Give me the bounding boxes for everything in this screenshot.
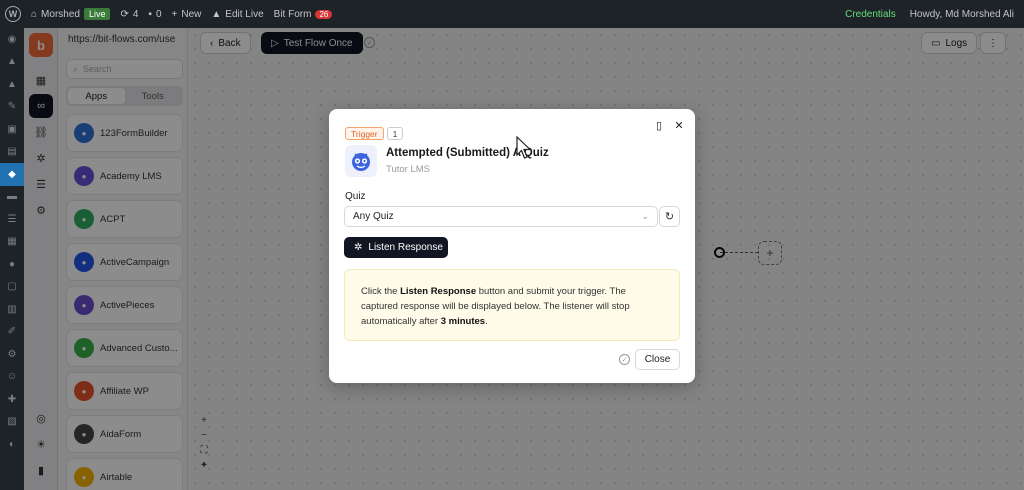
info-bold-2: 3 minutes — [440, 316, 486, 327]
site-name-item[interactable]: ⌂ Morshed Live — [31, 8, 111, 20]
tutor-owl-icon — [352, 153, 370, 171]
quiz-label: Quiz — [345, 191, 366, 202]
forms-menu-icon[interactable]: ☰ — [0, 208, 24, 231]
listen-response-label: Listen Response — [368, 242, 443, 253]
refresh-icon: ↻ — [664, 211, 675, 223]
appearance-menu-icon[interactable]: ✐ — [0, 321, 24, 344]
status-check-icon: ✓ — [619, 354, 630, 365]
howdy-user[interactable]: Howdy, Md Morshed Ali — [910, 9, 1014, 20]
info-text-3: . — [485, 316, 488, 327]
new-content-item[interactable]: + New — [172, 9, 202, 20]
quiz-select-value: Any Quiz — [353, 211, 394, 222]
updates-icon: ⟳ — [120, 8, 129, 20]
comment-icon: ▪ — [148, 8, 152, 20]
comments-item[interactable]: ▪ 0 — [148, 9, 161, 20]
updates-count: 4 — [132, 8, 139, 20]
comments-menu-icon[interactable]: ▬ — [0, 186, 24, 209]
edit-live-label: Edit Live — [225, 8, 264, 20]
tools-menu-icon[interactable]: ✚ — [0, 388, 24, 411]
edit-live-item[interactable]: ▲ Edit Live — [211, 9, 263, 20]
collapse-menu-icon[interactable]: ◐ — [0, 433, 24, 456]
comments-count: 0 — [155, 8, 162, 20]
edit-live-icon: ▲ — [211, 8, 222, 20]
trigger-app-name: Tutor LMS — [386, 164, 430, 175]
trigger-config-modal: Trigger 1 ▯ ✕ Attempted (Submitted) A Qu… — [329, 109, 695, 383]
chevron-down-icon: ⌄ — [641, 211, 649, 221]
book-menu-icon[interactable]: ▥ — [0, 298, 24, 321]
settings-menu-icon[interactable]: ▧ — [0, 411, 24, 434]
bitform-label: Bit Form — [273, 8, 312, 20]
updates-item[interactable]: ⟳ 4 — [120, 9, 138, 20]
site-name: Morshed — [41, 8, 80, 20]
refresh-quizzes-button[interactable]: ↻ — [659, 206, 680, 227]
templates-menu-icon[interactable]: ▦ — [0, 231, 24, 254]
wp-admin-menu: ◉ ▲ ▲ ✎ ▣ ▤ ◆ ▬ ☰ ▦ ● ▢ ▥ ✐ ⚙ ☺ ✚ ▧ ◐ — [0, 28, 24, 490]
bitform-item[interactable]: Bit Form 26 — [274, 9, 333, 20]
credentials-link[interactable]: Credentials — [845, 9, 896, 20]
expand-panel-icon[interactable]: ▯ — [652, 118, 666, 132]
tutor-lms-icon — [345, 145, 377, 177]
astra-menu-icon[interactable]: ▲ — [0, 51, 24, 74]
lms-menu-icon[interactable]: ▢ — [0, 276, 24, 299]
wp-admin-bar: W ⌂ Morshed Live ⟳ 4 ▪ 0 + New ▲ Edit Li… — [0, 0, 1024, 28]
info-text-1: Click the — [361, 286, 401, 297]
users-menu-icon[interactable]: ☺ — [0, 366, 24, 389]
webhook-icon: ✲ — [354, 242, 363, 253]
bitform-count-badge: 26 — [315, 9, 333, 19]
bit-flows-menu-icon[interactable]: ◆ — [0, 163, 24, 186]
listen-info-box: Click the Listen Response button and sub… — [344, 269, 680, 341]
new-label: New — [181, 8, 202, 20]
info-bold-1: Listen Response — [400, 286, 477, 297]
wordpress-logo-icon[interactable]: W — [5, 6, 21, 22]
listen-response-button[interactable]: ✲ Listen Response — [344, 237, 448, 258]
mouse-cursor-icon — [516, 136, 532, 159]
trigger-badge: Trigger — [345, 127, 384, 140]
close-icon[interactable]: ✕ — [672, 118, 686, 132]
plus-icon: + — [171, 8, 178, 20]
live-badge: Live — [83, 8, 111, 20]
close-button[interactable]: Close — [635, 349, 680, 370]
home-icon: ⌂ — [31, 8, 38, 20]
info-menu-icon[interactable]: ● — [0, 253, 24, 276]
posts-menu-icon[interactable]: ✎ — [0, 96, 24, 119]
astra-alt-menu-icon[interactable]: ▲ — [0, 73, 24, 96]
plugins-menu-icon[interactable]: ⚙ — [0, 343, 24, 366]
media-menu-icon[interactable]: ▣ — [0, 118, 24, 141]
step-number-badge: 1 — [387, 127, 403, 140]
quiz-select[interactable]: Any Quiz ⌄ — [344, 206, 658, 227]
pages-menu-icon[interactable]: ▤ — [0, 141, 24, 164]
dashboard-menu-icon[interactable]: ◉ — [0, 28, 24, 51]
